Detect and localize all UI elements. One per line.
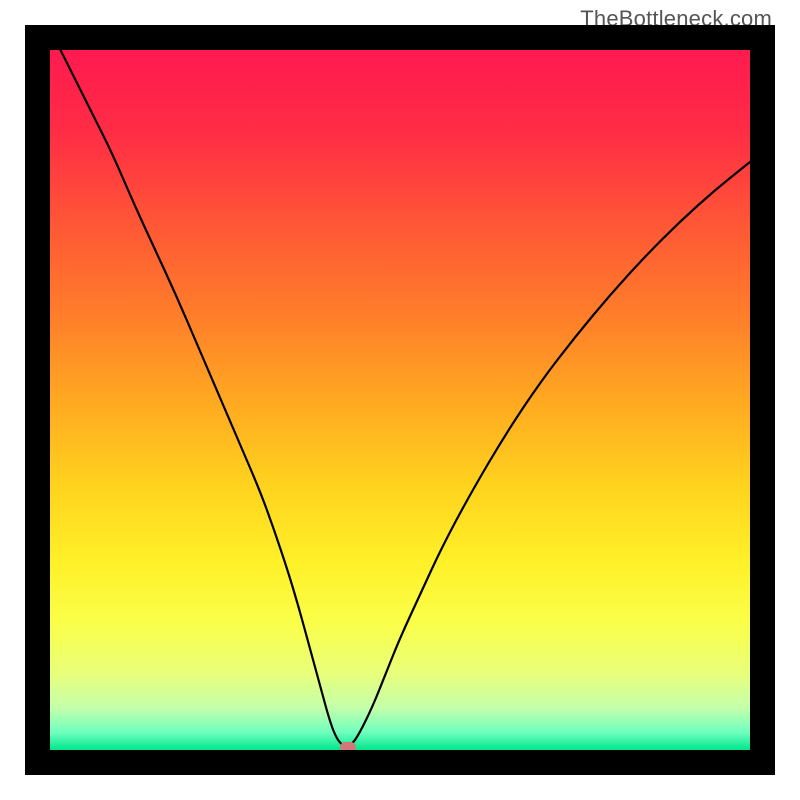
chart-frame <box>25 25 775 775</box>
plot-area <box>50 50 750 750</box>
gradient-background <box>50 50 750 750</box>
chart-container: TheBottleneck.com <box>0 0 800 800</box>
chart-svg <box>50 50 750 750</box>
minimum-marker <box>340 742 356 751</box>
